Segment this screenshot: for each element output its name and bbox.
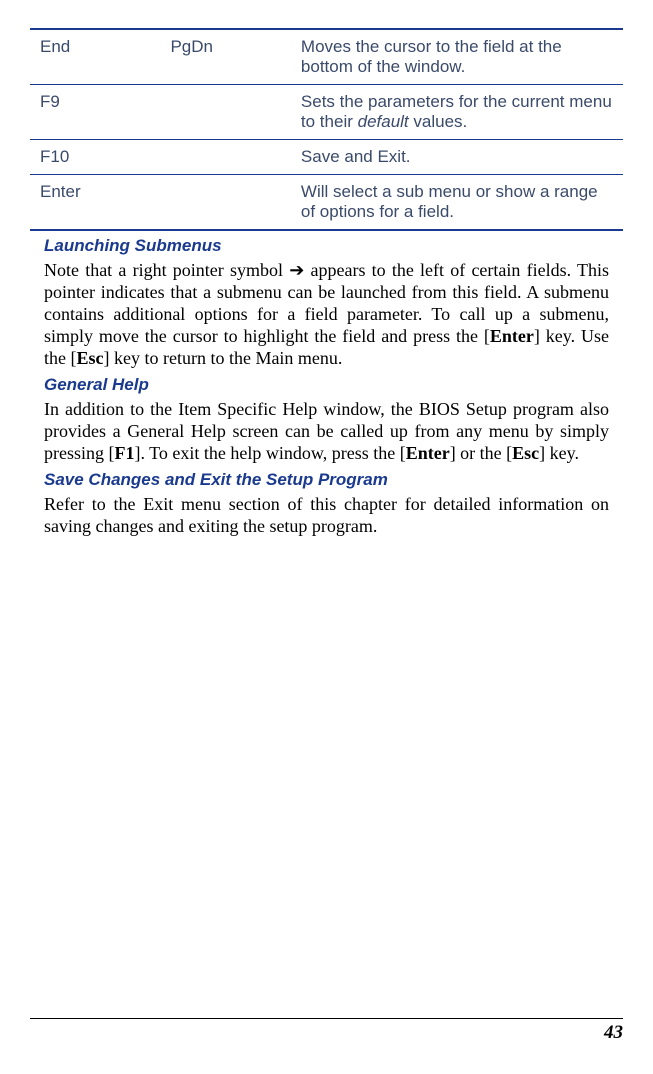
- key-cell: F10: [30, 140, 160, 175]
- alt-cell: [160, 85, 290, 140]
- page-number: 43: [604, 1022, 623, 1043]
- alt-cell: [160, 140, 290, 175]
- text-span: ] or the [: [450, 443, 512, 463]
- desc-cell: Sets the parameters for the current menu…: [291, 85, 623, 140]
- key-cell: F9: [30, 85, 160, 140]
- text-span: ] key to return to the Main menu.: [103, 348, 342, 368]
- text-span: Note that a right pointer symbol: [44, 260, 289, 280]
- desc-cell: Save and Exit.: [291, 140, 623, 175]
- page-footer: 43: [30, 1018, 623, 1044]
- key-cell: End: [30, 29, 160, 85]
- table-row: Enter Will select a sub menu or show a r…: [30, 175, 623, 231]
- arrow-icon: ➔: [289, 260, 304, 280]
- key-esc: Esc: [76, 348, 103, 368]
- key-f1: F1: [115, 443, 135, 463]
- paragraph-general: In addition to the Item Specific Help wi…: [44, 399, 609, 465]
- heading-save-exit: Save Changes and Exit the Setup Program: [44, 470, 609, 490]
- key-esc: Esc: [512, 443, 539, 463]
- key-enter: Enter: [490, 326, 534, 346]
- table-row: F9 Sets the parameters for the current m…: [30, 85, 623, 140]
- table-row: F10 Save and Exit.: [30, 140, 623, 175]
- key-enter: Enter: [406, 443, 450, 463]
- heading-launching-submenus: Launching Submenus: [44, 236, 609, 256]
- heading-general-help: General Help: [44, 375, 609, 395]
- key-cell: Enter: [30, 175, 160, 231]
- desc-italic: default: [358, 112, 409, 131]
- text-span: ] key.: [539, 443, 579, 463]
- alt-cell: [160, 175, 290, 231]
- table-row: End PgDn Moves the cursor to the field a…: [30, 29, 623, 85]
- desc-text: values.: [409, 112, 468, 131]
- text-span: ]. To exit the help window, press the [: [135, 443, 406, 463]
- desc-cell: Will select a sub menu or show a range o…: [291, 175, 623, 231]
- alt-cell: PgDn: [160, 29, 290, 85]
- paragraph-launching: Note that a right pointer symbol ➔ appea…: [44, 260, 609, 370]
- key-bindings-table: End PgDn Moves the cursor to the field a…: [30, 28, 623, 231]
- desc-cell: Moves the cursor to the field at the bot…: [291, 29, 623, 85]
- paragraph-save: Refer to the Exit menu section of this c…: [44, 494, 609, 538]
